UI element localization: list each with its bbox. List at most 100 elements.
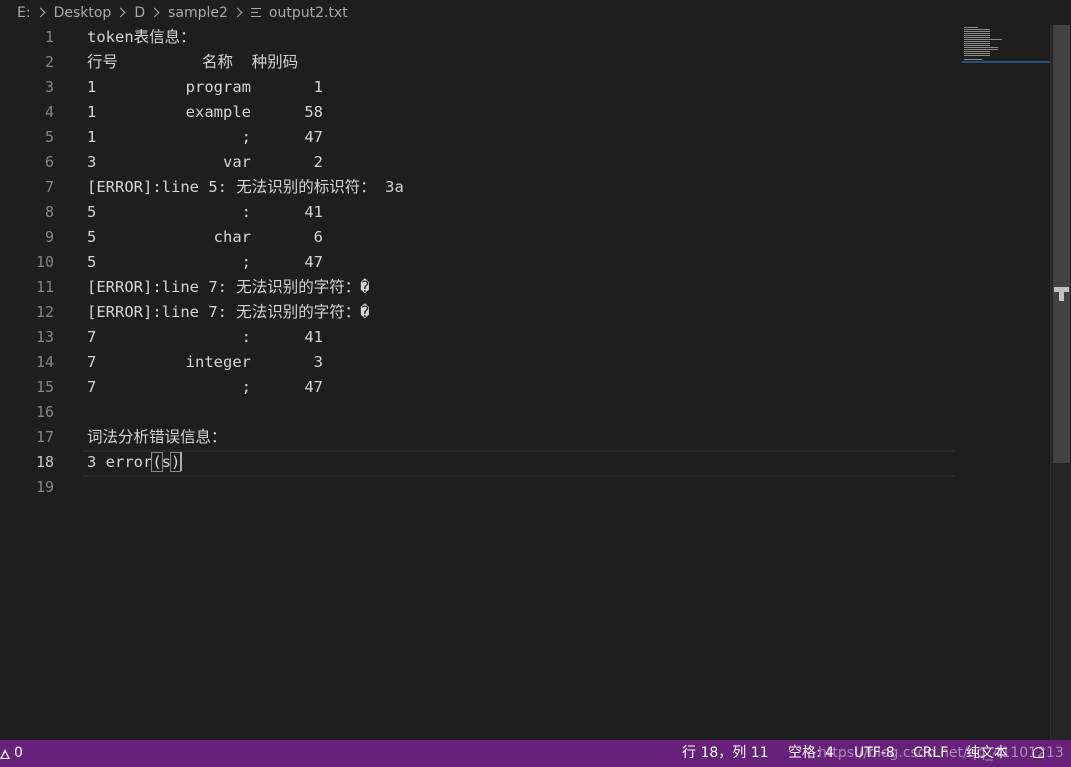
token-name: : [241, 328, 251, 346]
editor-line: 5 1 ; 47 [0, 125, 1050, 150]
token-line-no: 1 [87, 78, 97, 96]
cursor-position-marker [1054, 287, 1069, 301]
minimap-line [964, 51, 990, 52]
line-number: 5 [44, 128, 54, 146]
token-name: integer [185, 353, 251, 371]
breadcrumb-file[interactable]: output2.txt [269, 5, 348, 21]
editor-line: 17 词法分析错误信息： [0, 425, 1050, 450]
editor-line: 6 3 var 2 [0, 150, 1050, 175]
minimap[interactable] [962, 25, 1050, 65]
line-number: 12 [35, 303, 54, 321]
minimap-line [964, 27, 978, 28]
text-cursor [180, 451, 183, 471]
token-code: 3 [313, 353, 323, 371]
line-number: 1 [44, 28, 54, 46]
token-line-no: 7 [87, 378, 97, 396]
editor-line: 14 7 integer 3 [0, 350, 1050, 375]
status-bar: 0 行 18，列 11 空格: 4 UTF-8 CRLF 纯文本 https:/… [0, 740, 1071, 767]
minimap-line [964, 35, 990, 36]
minimap-current-line [962, 61, 1050, 63]
line-number: 18 [35, 453, 54, 471]
line-text: [ERROR]:line 7: 无法识别的字符：� [87, 303, 370, 321]
token-name: ; [241, 253, 251, 271]
line-number: 16 [35, 403, 54, 421]
editor-line: 1 token表信息： [0, 25, 1050, 50]
editor-line: 10 5 ; 47 [0, 250, 1050, 275]
editor-line: 12 [ERROR]:line 7: 无法识别的字符：� [0, 300, 1050, 325]
token-code: 47 [304, 378, 323, 396]
breadcrumb-sample2[interactable]: sample2 [168, 5, 228, 21]
token-line-no: 5 [87, 228, 97, 246]
watermark: https://blog.csdn.net/qq_41101213 [818, 745, 1064, 761]
editor-line: 19 [0, 475, 1050, 500]
scrollbar-thumb[interactable] [1053, 25, 1070, 463]
breadcrumb-desktop[interactable]: Desktop [54, 5, 112, 21]
line-number: 4 [44, 103, 54, 121]
line-text: [ERROR]:line 5: 无法识别的标识符： 3a [87, 178, 404, 196]
line-text: 3 error(s) [87, 450, 183, 475]
chevron-right-icon [35, 7, 46, 18]
editor-text-area[interactable]: 1 token表信息： 2 行号 名称 种别码 3 1 program 1 4 … [0, 25, 1050, 740]
chevron-right-icon [232, 7, 243, 18]
token-code: 1 [313, 78, 323, 96]
editor-line: 15 7 ; 47 [0, 375, 1050, 400]
line-number: 10 [35, 253, 54, 271]
minimap-line [964, 31, 990, 32]
token-code: 2 [313, 153, 323, 171]
line-number: 13 [35, 328, 54, 346]
minimap-line [964, 53, 990, 54]
minimap-line [964, 43, 990, 44]
problems-indicator[interactable]: 0 [0, 740, 23, 767]
line-number: 11 [35, 278, 54, 296]
token-line-no: 5 [87, 203, 97, 221]
line-number: 8 [44, 203, 54, 221]
minimap-line [964, 55, 990, 56]
line-number: 3 [44, 78, 54, 96]
editor-line: 4 1 example 58 [0, 100, 1050, 125]
minimap-line [964, 45, 990, 46]
line-text: 词法分析错误信息： [87, 428, 227, 446]
token-name: ; [241, 378, 251, 396]
line-text-middle: s [161, 453, 172, 471]
line-text: [ERROR]:line 7: 无法识别的字符：� [87, 278, 370, 296]
editor-line: 2 行号 名称 种别码 [0, 50, 1050, 75]
line-text: token表信息： [87, 28, 196, 46]
token-line-no: 7 [87, 328, 97, 346]
line-number: 6 [44, 153, 54, 171]
token-code: 6 [313, 228, 323, 246]
vertical-scrollbar[interactable] [1050, 25, 1071, 740]
breadcrumb: E: Desktop D sample2 output2.txt [0, 0, 1050, 25]
minimap-line [964, 39, 1002, 40]
breadcrumb-drive[interactable]: E: [17, 5, 31, 21]
token-line-no: 1 [87, 103, 97, 121]
line-number: 2 [44, 53, 54, 71]
warning-count: 0 [14, 745, 23, 761]
editor-line: 9 5 char 6 [0, 225, 1050, 250]
line-number: 19 [35, 478, 54, 496]
line-number: 9 [44, 228, 54, 246]
editor-line: 13 7 : 41 [0, 325, 1050, 350]
cursor-position[interactable]: 行 18，列 11 [682, 740, 769, 767]
editor-line: 16 [0, 400, 1050, 425]
token-code: 41 [304, 203, 323, 221]
token-line-no: 1 [87, 128, 97, 146]
editor-line: 7 [ERROR]:line 5: 无法识别的标识符： 3a [0, 175, 1050, 200]
token-name: var [223, 153, 251, 171]
breadcrumb-d[interactable]: D [134, 5, 145, 21]
token-name: : [241, 203, 251, 221]
minimap-line [964, 47, 998, 48]
line-number: 17 [35, 428, 54, 446]
token-name: char [213, 228, 251, 246]
line-number: 7 [44, 178, 54, 196]
bracket-close: ) [170, 452, 182, 472]
token-code: 41 [304, 328, 323, 346]
editor-line: 8 5 : 41 [0, 200, 1050, 225]
token-code: 47 [304, 128, 323, 146]
token-line-no: 7 [87, 353, 97, 371]
token-line-no: 3 [87, 153, 97, 171]
token-name: ; [241, 128, 251, 146]
editor-line: 11 [ERROR]:line 7: 无法识别的字符：� [0, 275, 1050, 300]
minimap-line [964, 37, 990, 38]
minimap-line [964, 41, 990, 42]
token-name: program [185, 78, 251, 96]
